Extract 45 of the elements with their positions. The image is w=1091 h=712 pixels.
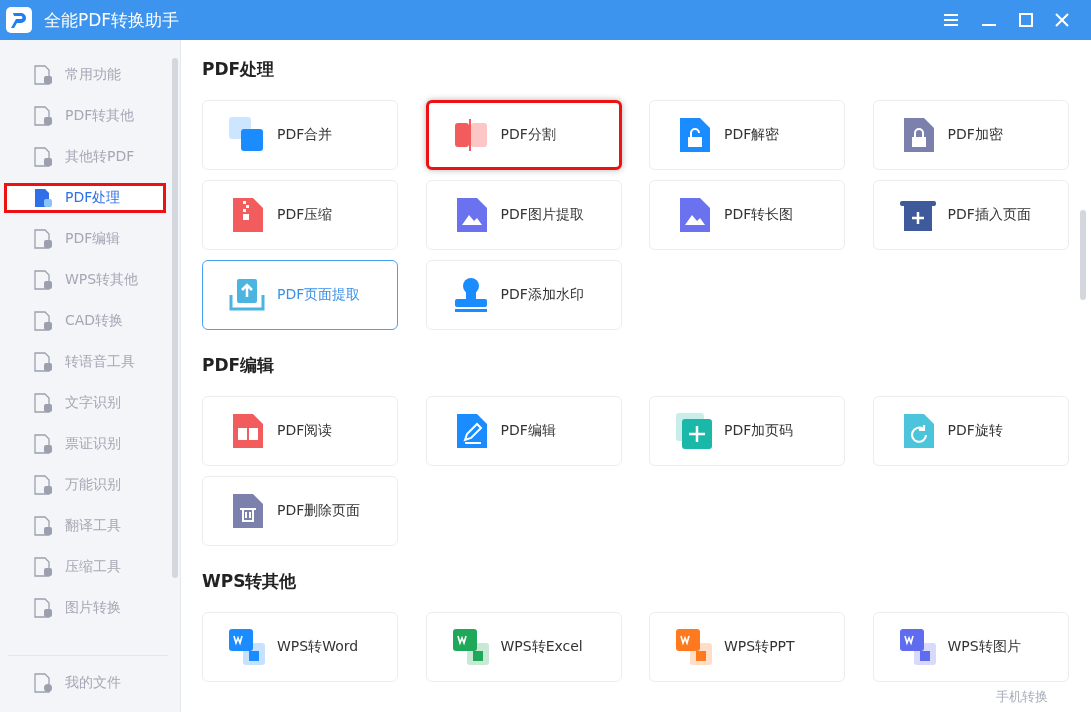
tool-card[interactable]: PDF插入页面 (872, 180, 1069, 250)
tool-card[interactable]: PDF解密 (649, 100, 845, 170)
document-icon (33, 188, 53, 208)
section-title: WPS转其他 (202, 570, 298, 593)
document-icon (33, 270, 53, 290)
document-icon (33, 673, 53, 693)
tool-card[interactable]: PDF加密 (872, 100, 1069, 170)
tool-card[interactable]: PDF转长图 (649, 180, 845, 250)
tool-card[interactable]: PDF图片提取 (425, 180, 622, 250)
document-icon (33, 475, 53, 495)
close-icon[interactable] (1055, 13, 1069, 27)
document-icon (33, 516, 53, 536)
tool-card[interactable]: PDF页面提取 (202, 260, 398, 330)
document-icon (33, 229, 53, 249)
document-icon (33, 393, 53, 413)
document-icon (33, 311, 53, 331)
app-logo-icon (6, 7, 32, 33)
document-icon (33, 434, 53, 454)
tool-card[interactable]: PDF删除页面 (202, 476, 398, 546)
section-title: PDF编辑 (202, 354, 276, 377)
document-icon (33, 147, 53, 167)
tool-card[interactable]: WPS转Excel (425, 612, 622, 682)
window-title: 全能PDF转换助手 (44, 8, 180, 32)
tool-card[interactable]: PDF旋转 (872, 396, 1069, 466)
document-icon (33, 352, 53, 372)
tool-card[interactable]: PDF加页码 (649, 396, 845, 466)
maximize-icon[interactable] (1019, 13, 1033, 27)
scrollbar[interactable] (1080, 210, 1086, 300)
tool-card[interactable]: WPS转Word (202, 612, 398, 682)
menu-icon[interactable] (943, 13, 959, 27)
document-icon (33, 65, 53, 85)
tool-card[interactable]: PDF阅读 (202, 396, 398, 466)
sidebar-item[interactable]: PDF处理 (4, 183, 166, 213)
tool-card[interactable]: PDF合并 (202, 100, 398, 170)
tool-card[interactable]: WPS转图片 (872, 612, 1069, 682)
document-icon (33, 106, 53, 126)
tool-card[interactable]: PDF添加水印 (425, 260, 622, 330)
section-title: PDF处理 (202, 58, 276, 81)
tool-card[interactable]: PDF压缩 (202, 180, 398, 250)
document-icon (33, 598, 53, 618)
scrollbar[interactable] (172, 58, 178, 578)
document-icon (33, 557, 53, 577)
tool-card[interactable]: PDF编辑 (425, 396, 622, 466)
tool-card[interactable]: WPS转PPT (649, 612, 845, 682)
tool-card[interactable]: PDF分割 (425, 100, 622, 170)
